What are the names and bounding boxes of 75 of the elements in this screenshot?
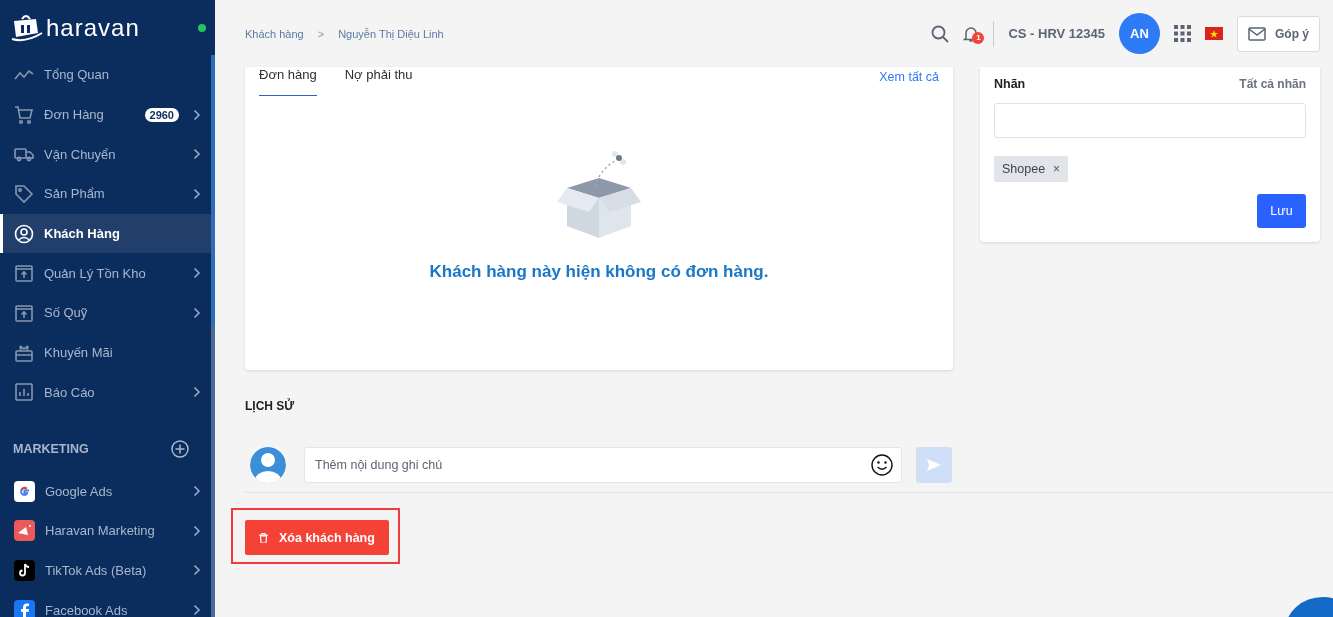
google-icon: [14, 480, 35, 502]
tag-text: Shopee: [1002, 162, 1046, 176]
user-avatar-icon: [250, 447, 286, 483]
chevron-icon: [193, 564, 201, 577]
nav-label: Khuyến Mãi: [44, 345, 114, 361]
notification-badge: 1: [972, 31, 985, 44]
logo-text: haravan: [46, 13, 140, 42]
nav-label: TikTok Ads (Beta): [45, 562, 148, 578]
logo-icon: [10, 12, 44, 43]
nav-item[interactable]: Facebook Ads: [0, 590, 211, 617]
scrollbar-thumb[interactable]: [211, 55, 215, 325]
delete-button[interactable]: Xóa khách hàng: [245, 520, 389, 555]
nav-item[interactable]: Báo Cáo: [0, 372, 211, 413]
gift-icon: [14, 342, 34, 363]
remove-tag-button[interactable]: ×: [1053, 162, 1061, 176]
apps-grid-icon[interactable]: [1174, 25, 1191, 42]
nav-label: Tổng Quan: [44, 67, 111, 83]
breadcrumb-link[interactable]: Khách hàng: [245, 27, 304, 40]
mail-icon: [1248, 26, 1266, 41]
save-button[interactable]: Lưu: [1257, 194, 1306, 228]
cart-icon: [14, 104, 34, 125]
nav-label: Facebook Ads: [45, 602, 129, 617]
chevron-icon: [193, 485, 201, 498]
box-icon: [14, 302, 34, 323]
nav-item[interactable]: Google Ads: [0, 471, 211, 511]
nav-item[interactable]: Khách Hàng: [0, 213, 211, 254]
nav-label: Sản Phẩm: [44, 186, 106, 202]
nav-label: Vận Chuyển: [44, 146, 117, 162]
section-title: LỊCH SỬ: [245, 399, 296, 413]
breadcrumb-separator: >: [317, 27, 325, 40]
tag-icon: [14, 183, 34, 204]
feedback-button[interactable]: Góp ý: [1237, 15, 1320, 52]
megaphone-icon: [14, 520, 35, 542]
label-input-field[interactable]: [994, 103, 1306, 138]
nav-item[interactable]: TikTok Ads (Beta): [0, 550, 211, 591]
breadcrumb-current: Nguyễn Thị Diệu Linh: [338, 27, 444, 40]
empty-message: Khách hàng này hiện không có đơn hàng.: [429, 262, 769, 282]
emoji-icon[interactable]: [871, 454, 893, 476]
box-icon: [14, 263, 34, 284]
nav-item[interactable]: Haravan Marketing: [0, 510, 211, 551]
section-title: MARKETING: [13, 442, 89, 457]
search-icon[interactable]: [931, 24, 950, 43]
nav-item[interactable]: Khuyến Mãi: [0, 332, 211, 373]
nav-item[interactable]: Quản Lý Tồn Kho: [0, 253, 211, 294]
nav-item[interactable]: Đơn Hàng 2960: [0, 94, 211, 135]
count-badge: 2960: [144, 107, 179, 122]
chevron-icon: [193, 604, 201, 617]
nav-label: Quản Lý Tồn Kho: [44, 265, 147, 281]
nav-item[interactable]: Vận Chuyển: [0, 134, 211, 175]
chevron-icon: [193, 524, 201, 537]
tiktok-icon: [14, 559, 35, 581]
tab[interactable]: Nợ phải thu: [344, 67, 413, 96]
nav-label: Khách Hàng: [44, 226, 121, 242]
nav-item[interactable]: Sản Phẩm: [0, 174, 211, 214]
add-icon[interactable]: [171, 440, 189, 459]
note-input-field[interactable]: Thêm nội dung ghi chú: [304, 447, 902, 483]
send-icon: [927, 459, 941, 471]
all-labels-link[interactable]: Tất cả nhãn: [1239, 77, 1306, 91]
tab[interactable]: Đơn hàng: [259, 67, 317, 96]
user-icon: [14, 223, 34, 244]
nav-label: Google Ads: [45, 483, 114, 499]
nav-label: Haravan Marketing: [45, 523, 156, 539]
report-icon: [14, 382, 34, 403]
flag-icon[interactable]: [1205, 27, 1223, 40]
nav-label: Báo Cáo: [44, 384, 96, 400]
nav-item[interactable]: Số Quỹ: [0, 293, 211, 333]
nav-item[interactable]: Tổng Quan: [0, 55, 211, 95]
store-name[interactable]: CS - HRV 12345: [1008, 26, 1105, 41]
nav-label: Số Quỹ: [44, 305, 89, 321]
view-all-link[interactable]: Xem tất cả: [879, 67, 939, 85]
section-title: Nhãn: [994, 77, 1026, 91]
user-avatar[interactable]: AN: [1119, 13, 1160, 54]
facebook-icon: [14, 599, 35, 617]
nav-label: Đơn Hàng: [44, 107, 105, 123]
trash-icon: [259, 532, 268, 543]
